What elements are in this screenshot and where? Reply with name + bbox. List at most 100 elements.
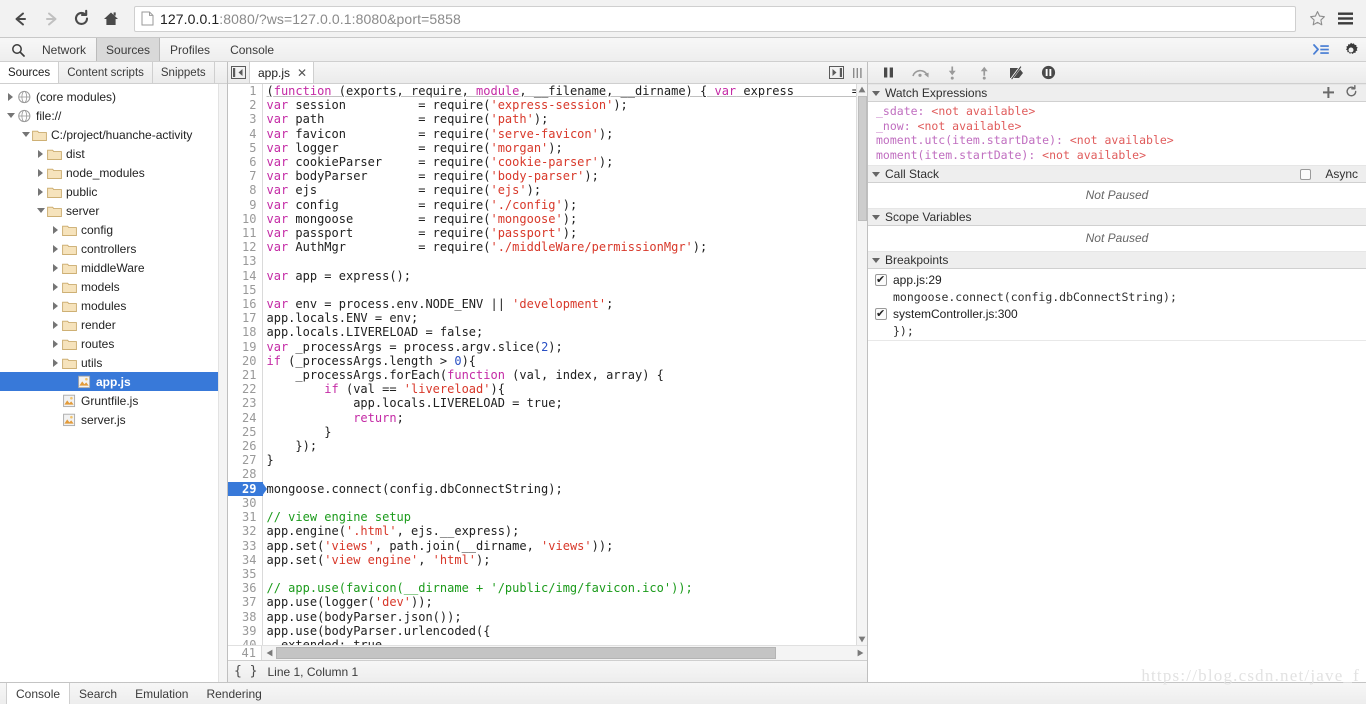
code-line[interactable]: 8 var ejs = require('ejs'); [228, 183, 867, 198]
line-number[interactable]: 26 [228, 439, 263, 454]
chevron-right-icon[interactable] [34, 187, 47, 196]
line-number[interactable]: 15 [228, 282, 263, 298]
chevron-right-icon[interactable] [49, 244, 62, 253]
code-line[interactable]: 4 var favicon = require('serve-favicon'); [228, 126, 867, 141]
code-line-text[interactable] [262, 467, 867, 481]
editor-file-tab-appjs[interactable]: app.js ✕ [250, 62, 315, 83]
line-number[interactable]: 35 [228, 566, 263, 582]
code-line-text[interactable]: var bodyParser = require('body-parser'); [262, 169, 867, 183]
bookmark-button[interactable] [1304, 6, 1330, 32]
line-number[interactable]: 12 [228, 240, 263, 255]
line-number[interactable]: 28 [228, 467, 263, 482]
file-tree-item[interactable]: (core modules) [0, 87, 227, 106]
line-number[interactable]: 27 [228, 453, 263, 468]
code-line-text[interactable]: app.use(logger('dev')); [262, 595, 867, 609]
code-line-text[interactable]: var _processArgs = process.argv.slice(2)… [262, 340, 867, 354]
h-scroll-thumb[interactable] [276, 647, 776, 659]
devtools-settings-button[interactable] [1336, 38, 1366, 61]
code-line[interactable]: 39 app.use(bodyParser.urlencoded({ [228, 623, 867, 638]
line-number[interactable]: 5 [228, 140, 263, 156]
line-number[interactable]: 14 [228, 268, 263, 283]
line-number[interactable]: 32 [228, 524, 263, 539]
devtools-search-button[interactable] [4, 38, 32, 61]
chevron-right-icon[interactable] [49, 263, 62, 272]
code-line[interactable]: 28 [228, 467, 867, 482]
file-tree-item[interactable]: node_modules [0, 163, 227, 182]
code-line-text[interactable]: var app = express(); [262, 269, 867, 283]
chevron-down-icon[interactable] [34, 208, 47, 213]
code-line[interactable]: 31// view engine setup [228, 510, 867, 525]
pause-resume-button[interactable] [872, 62, 904, 83]
code-line[interactable]: 21 _processArgs.forEach(function (val, i… [228, 368, 867, 383]
file-tree-item[interactable]: Gruntfile.js [0, 391, 227, 410]
code-line[interactable]: 35 [228, 566, 867, 582]
code-line-text[interactable]: if (val == 'livereload'){ [262, 382, 867, 396]
code-line[interactable]: 34 app.set('view engine', 'html'); [228, 552, 867, 567]
line-number[interactable]: 23 [228, 396, 263, 411]
code-line[interactable]: 23 app.locals.LIVERELOAD = true; [228, 396, 867, 411]
navigator-scrollbar[interactable] [218, 84, 227, 682]
line-number[interactable]: 17 [228, 311, 263, 326]
file-tree-item[interactable]: dist [0, 144, 227, 163]
code-line-text[interactable]: (function (exports, require, module, __f… [262, 84, 868, 98]
code-line-text[interactable]: var session = require('express-session')… [262, 98, 867, 112]
line-number[interactable]: 16 [228, 297, 263, 312]
step-into-button[interactable] [936, 62, 968, 83]
code-line[interactable]: 25 } [228, 424, 867, 440]
h-scroll-right-icon[interactable] [853, 649, 867, 657]
tab-console[interactable]: Console [220, 38, 284, 61]
code-line[interactable]: 1 (function (exports, require, module, __… [228, 84, 868, 99]
file-tree-item-selected[interactable]: app.js [0, 372, 227, 391]
code-line[interactable]: 37 app.use(logger('dev')); [228, 595, 867, 610]
line-number[interactable]: 30 [228, 495, 263, 511]
line-number[interactable]: 33 [228, 538, 263, 553]
step-over-button[interactable] [904, 62, 936, 83]
async-toggle[interactable]: Async [1300, 167, 1362, 181]
code-line[interactable]: 38 app.use(bodyParser.json()); [228, 609, 867, 624]
chevron-right-icon[interactable] [49, 339, 62, 348]
code-line[interactable]: 33 app.set('views', path.join(__dirname, … [228, 538, 867, 553]
code-line-text[interactable] [262, 567, 867, 581]
file-tree-item[interactable]: render [0, 315, 227, 334]
file-tree-item[interactable]: models [0, 277, 227, 296]
code-line[interactable]: 2 var session = require('express-session'… [228, 98, 867, 113]
chevron-right-icon[interactable] [49, 320, 62, 329]
code-line[interactable]: 40 extended: true [228, 637, 867, 645]
line-number[interactable]: 2 [228, 98, 263, 113]
code-line[interactable]: 13 [228, 254, 867, 269]
tab-profiles[interactable]: Profiles [160, 38, 220, 61]
collapse-navigator-button[interactable] [228, 62, 250, 83]
line-number[interactable]: 8 [228, 183, 263, 198]
file-tree-item[interactable]: config [0, 220, 227, 239]
home-button[interactable] [96, 4, 126, 34]
line-number[interactable]: 6 [228, 155, 263, 170]
chevron-right-icon[interactable] [49, 358, 62, 367]
code-line-text[interactable]: } [262, 453, 867, 467]
code-line[interactable]: 11 var passport = require('passport'); [228, 226, 867, 241]
breakpoint-checkbox[interactable] [875, 272, 887, 289]
code-line[interactable]: 14 var app = express(); [228, 268, 867, 283]
line-number[interactable]: 21 [228, 368, 263, 383]
drawer-tab-search[interactable]: Search [70, 683, 126, 704]
chevron-right-icon[interactable] [34, 168, 47, 177]
scope-variables-header[interactable]: Scope Variables [868, 208, 1366, 226]
code-line[interactable]: 17 app.locals.ENV = env; [228, 311, 867, 326]
code-line[interactable]: 9 var config = require('./config'); [228, 197, 867, 212]
line-number[interactable]: 18 [228, 325, 263, 340]
reload-button[interactable] [66, 4, 96, 34]
line-number[interactable]: 37 [228, 595, 263, 610]
line-number[interactable]: 40 [228, 637, 263, 645]
chevron-right-icon[interactable] [49, 225, 62, 234]
code-line-text[interactable]: return; [262, 411, 867, 425]
code-line-text[interactable]: app.locals.LIVERELOAD = false; [262, 325, 867, 339]
code-line-text[interactable]: var ejs = require('ejs'); [262, 183, 867, 197]
line-number[interactable]: 1 [228, 84, 263, 99]
breakpoints-header[interactable]: Breakpoints [868, 251, 1366, 269]
breakpoint-item[interactable]: systemController.js:300 [868, 306, 1366, 323]
code-line-text[interactable]: app.use(bodyParser.urlencoded({ [262, 624, 867, 638]
code-line[interactable]: 16 var env = process.env.NODE_ENV || 'dev… [228, 297, 867, 312]
code-line-text[interactable]: app.use(bodyParser.json()); [262, 610, 867, 624]
code-line-text[interactable]: app.set('view engine', 'html'); [262, 553, 867, 567]
code-line-text[interactable]: var config = require('./config'); [262, 198, 867, 212]
code-line[interactable]: 19 var _processArgs = process.argv.slice(… [228, 339, 867, 354]
